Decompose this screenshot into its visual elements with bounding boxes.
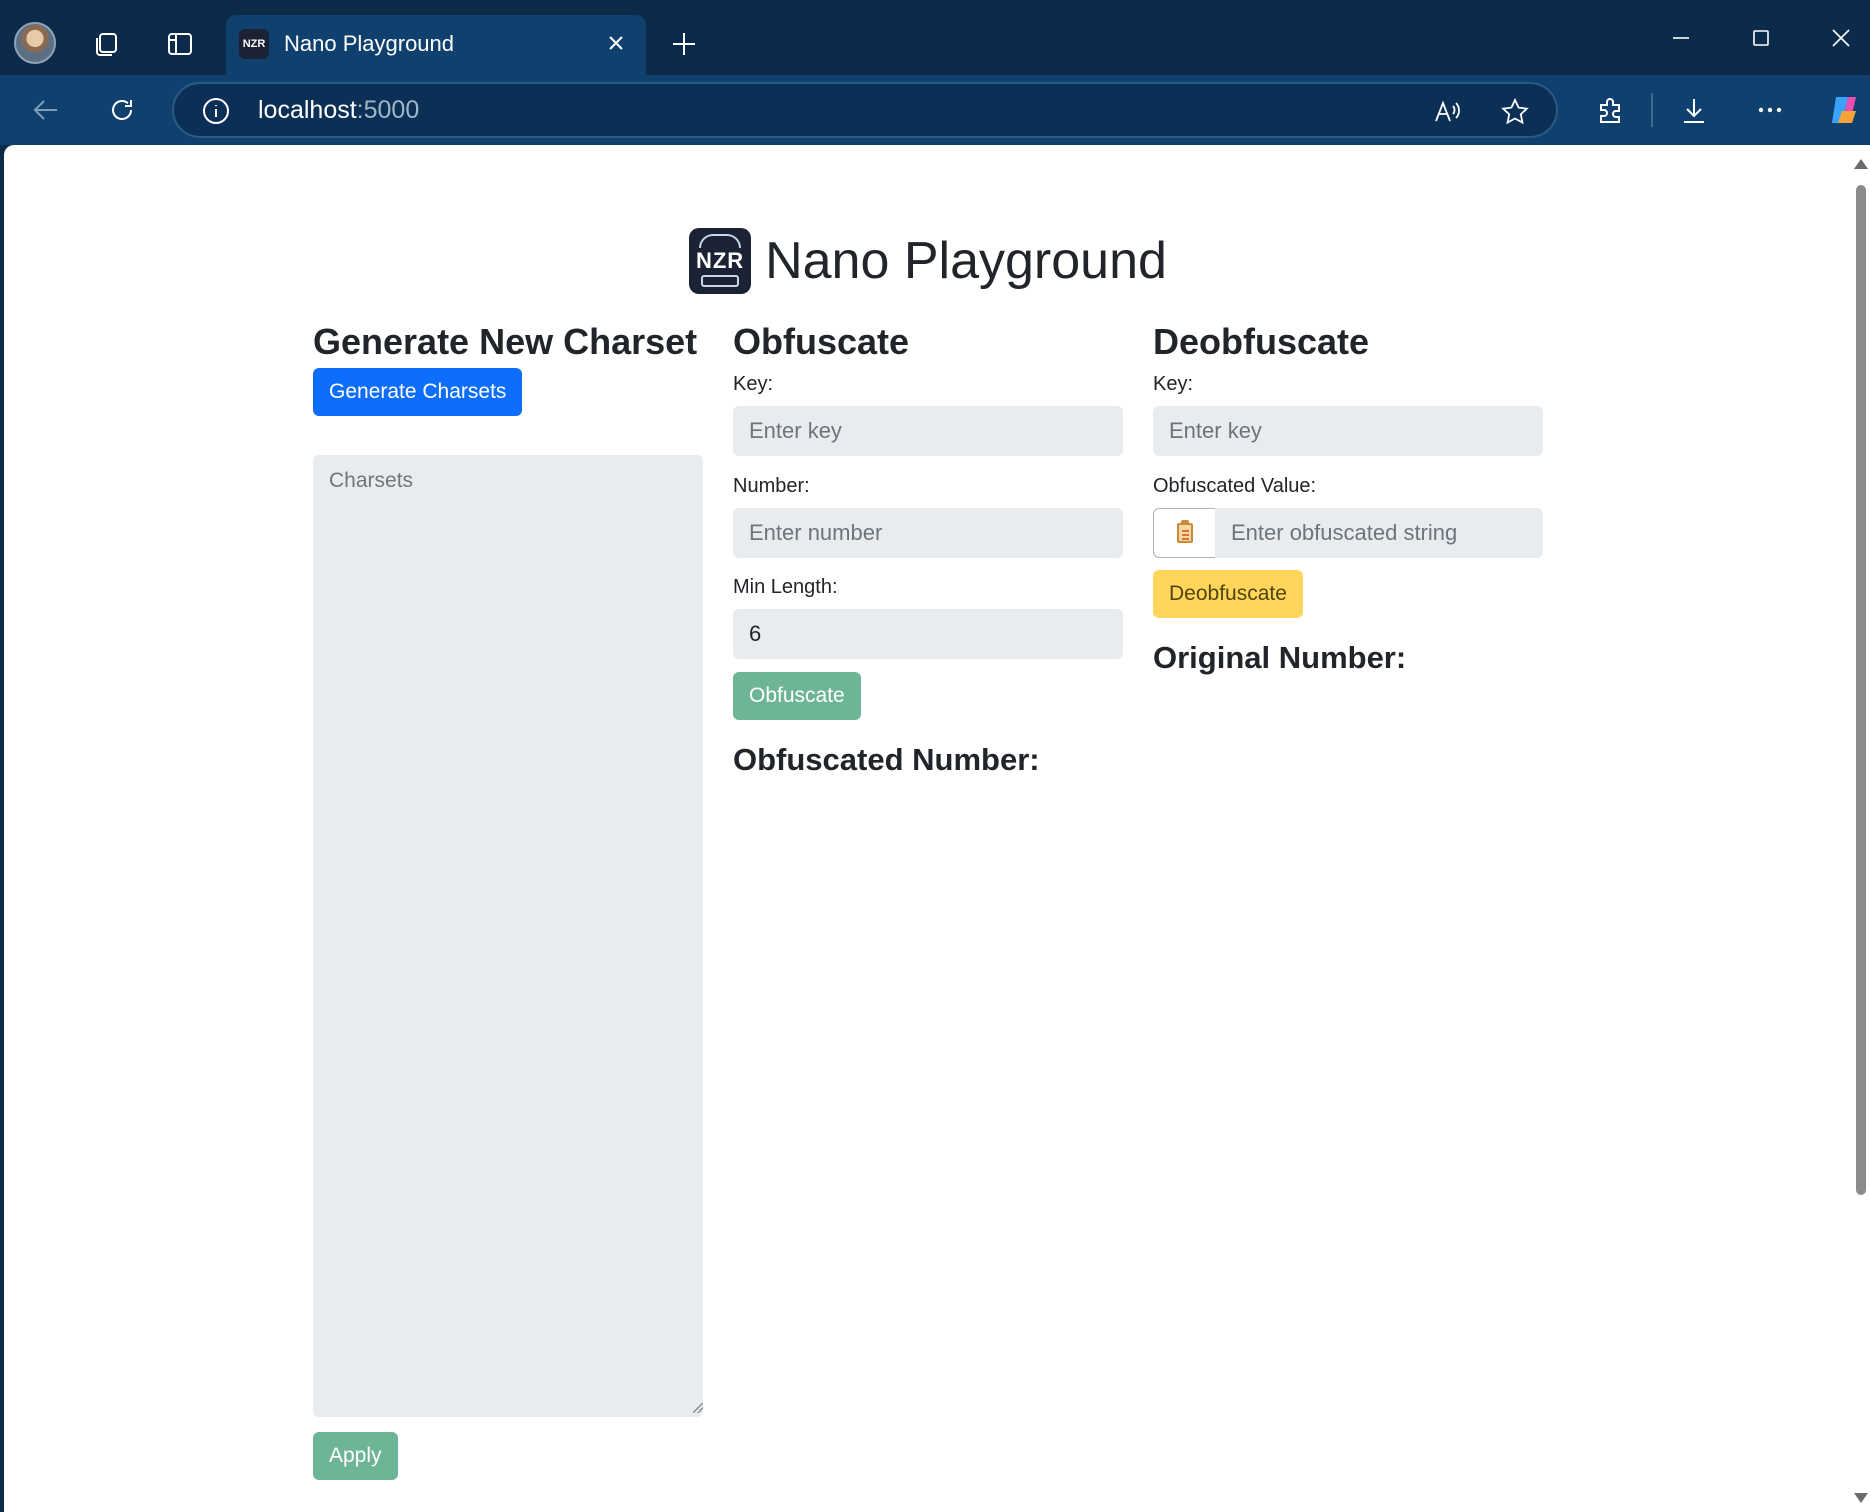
tab-actions-icon[interactable] [162, 26, 198, 62]
scrollbar-thumb[interactable] [1856, 185, 1866, 1195]
favorite-star-icon[interactable] [1498, 95, 1532, 129]
nzr-logo-icon: NZR [689, 228, 752, 294]
logo-text: NZR [695, 248, 745, 273]
charset-heading: Generate New Charset [313, 321, 698, 362]
obfuscate-key-label: Key: [733, 373, 774, 395]
charsets-textarea[interactable] [313, 455, 703, 1417]
address-bar[interactable]: localhost:5000 [172, 82, 1558, 138]
obfuscate-heading: Obfuscate [733, 321, 910, 362]
minimize-icon[interactable] [1656, 18, 1706, 58]
page-header: NZR Nano Playground [4, 228, 1852, 294]
original-number-title: Original Number: [1153, 640, 1407, 675]
deobfuscate-heading: Deobfuscate [1153, 321, 1370, 362]
apply-button[interactable]: Apply [313, 1432, 398, 1480]
page-viewport: NZR Nano Playground Generate New Charset… [4, 145, 1852, 1512]
new-tab-icon[interactable] [666, 26, 702, 62]
clipboard-icon [1176, 520, 1193, 543]
vertical-scrollbar[interactable] [1852, 145, 1870, 1512]
textarea-resize-handle[interactable] [693, 1403, 703, 1413]
obfuscated-value-group [1153, 508, 1543, 558]
extensions-icon[interactable] [1590, 90, 1630, 130]
scroll-up-arrow-icon[interactable] [1854, 159, 1868, 169]
min-length-label: Min Length: [733, 576, 838, 598]
profile-avatar[interactable] [14, 22, 56, 64]
min-length-input[interactable] [733, 609, 1123, 659]
url-port: :5000 [356, 96, 420, 124]
charset-section: Generate New Charset Generate Charsets A… [313, 320, 703, 1480]
tab-favicon-icon: NZR [239, 29, 269, 59]
obfuscated-number-title: Obfuscated Number: [733, 742, 1040, 777]
generate-charsets-button[interactable]: Generate Charsets [313, 368, 523, 416]
tab-title: Nano Playground [284, 31, 455, 56]
collections-icon[interactable] [88, 26, 124, 62]
deobfuscate-key-label: Key: [1153, 373, 1194, 395]
obfuscate-section: Obfuscate Key: Number: Min Length: Obfus… [733, 320, 1123, 777]
close-tab-icon[interactable] [600, 27, 632, 59]
obfuscated-value-label: Obfuscated Value: [1153, 475, 1317, 497]
site-info-icon[interactable] [200, 95, 232, 127]
refresh-icon[interactable] [102, 90, 142, 130]
copilot-icon[interactable] [1824, 89, 1866, 131]
deobfuscate-key-input[interactable] [1153, 406, 1543, 456]
obfuscate-key-input[interactable] [733, 406, 1123, 456]
tab-nano-playground[interactable]: NZR Nano Playground [226, 15, 646, 75]
browser-toolbar: localhost:5000 [0, 75, 1870, 145]
page-content: NZR Nano Playground Generate New Charset… [4, 145, 1852, 1512]
read-aloud-icon[interactable] [1430, 95, 1464, 129]
deobfuscate-button[interactable]: Deobfuscate [1153, 570, 1303, 618]
number-input[interactable] [733, 508, 1123, 558]
browser-titlebar: NZR Nano Playground [0, 0, 1870, 75]
paste-button[interactable] [1153, 508, 1216, 558]
toolbar-separator [1651, 93, 1653, 127]
back-icon[interactable] [26, 90, 66, 130]
more-options-icon[interactable] [1750, 90, 1790, 130]
url-text[interactable]: localhost:5000 [258, 96, 419, 125]
obfuscate-button[interactable]: Obfuscate [733, 672, 861, 720]
maximize-icon[interactable] [1736, 18, 1786, 58]
scroll-down-arrow-icon[interactable] [1854, 1493, 1868, 1503]
number-label: Number: [733, 475, 810, 497]
downloads-icon[interactable] [1674, 90, 1714, 130]
page-title: Nano Playground [765, 232, 1167, 290]
obfuscated-value-input[interactable] [1215, 508, 1543, 558]
url-host: localhost [258, 96, 357, 124]
deobfuscate-section: Deobfuscate Key: Obfuscated Value: [1153, 320, 1543, 675]
close-window-icon[interactable] [1816, 18, 1866, 58]
